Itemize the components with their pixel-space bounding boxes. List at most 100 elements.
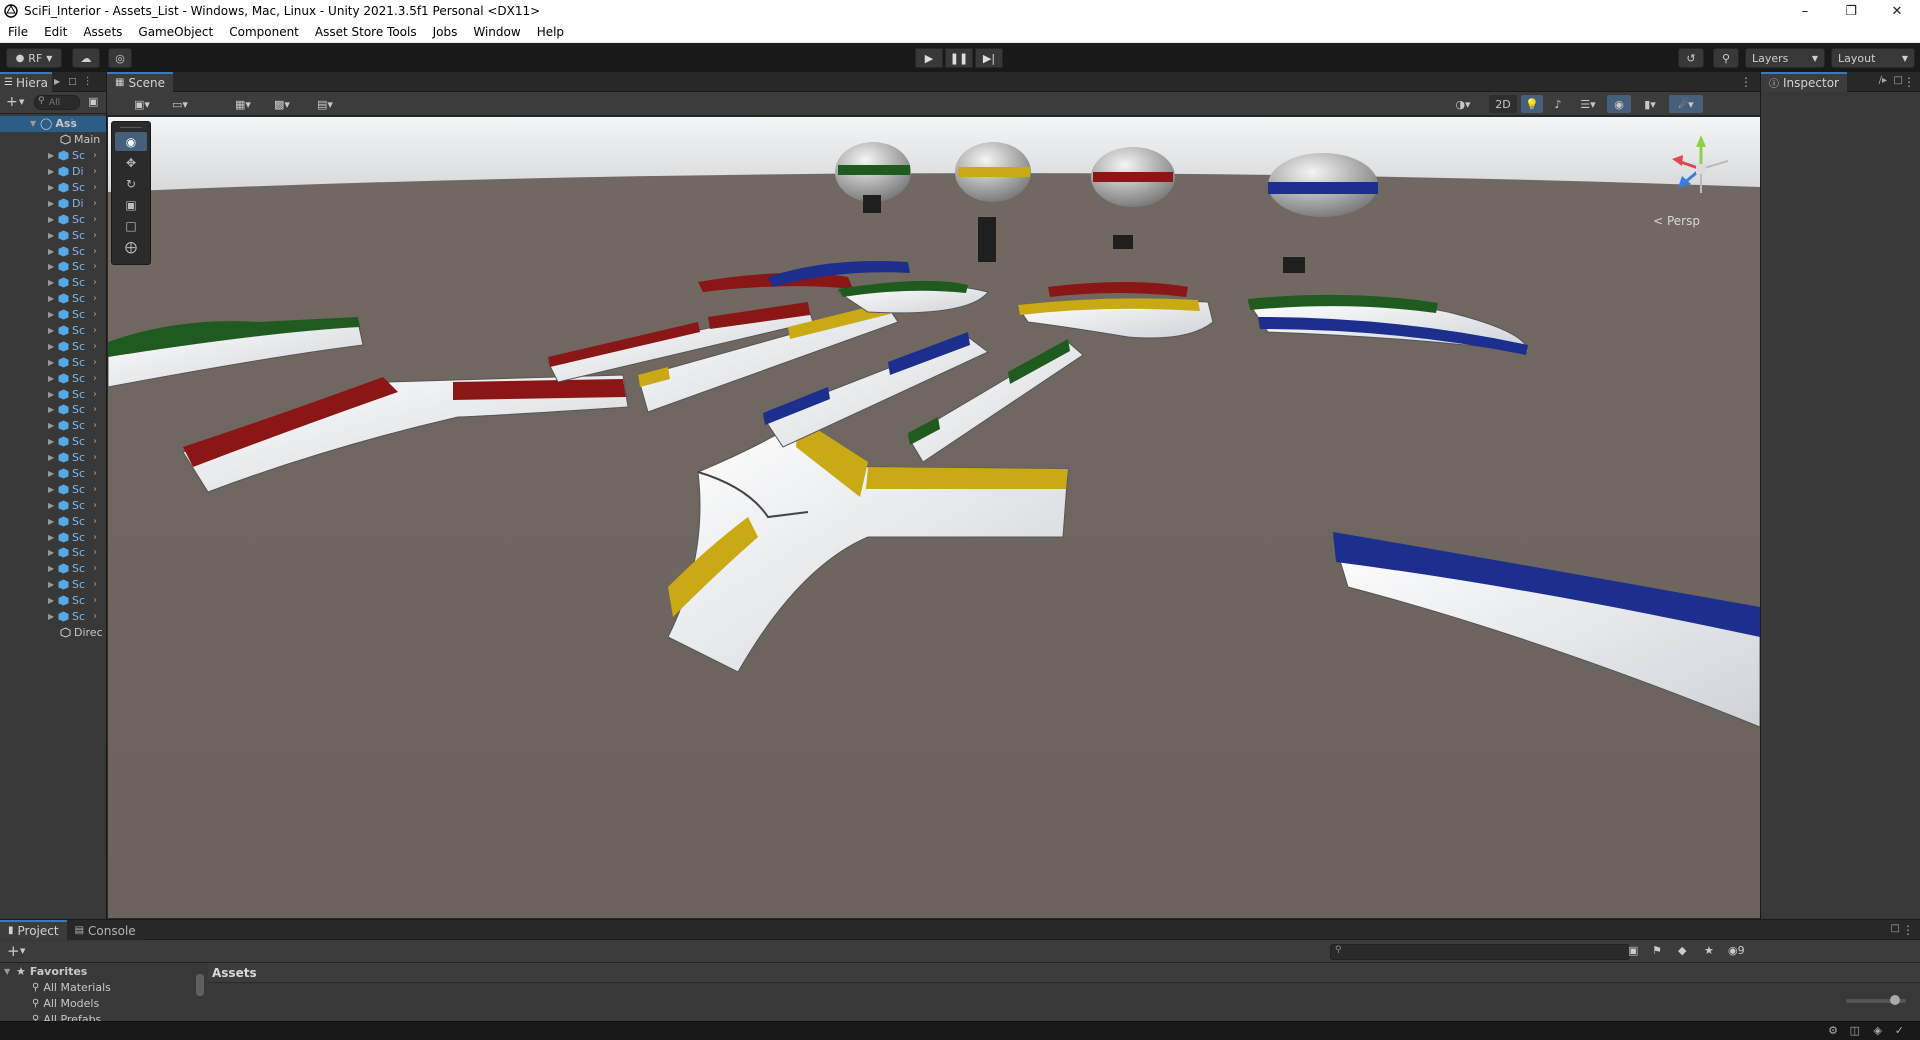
add-button[interactable]: +: [6, 94, 18, 110]
chevron-right-icon[interactable]: ›: [93, 420, 97, 431]
lock-icon[interactable]: □: [1894, 75, 1903, 86]
hierarchy-row[interactable]: ▶ Sc ›: [0, 291, 106, 307]
fold-closed-icon[interactable]: ▶: [48, 469, 58, 478]
hierarchy-row[interactable]: ▶ Sc ›: [0, 211, 106, 227]
bug-icon[interactable]: ⚙: [1828, 1024, 1838, 1037]
hierarchy-row[interactable]: ▶ Sc ›: [0, 577, 106, 593]
increment-snap-dropdown[interactable]: ▩▾: [267, 95, 297, 113]
scene-render[interactable]: [108, 117, 1760, 918]
gizmos-dropdown[interactable]: ☄▾: [1669, 95, 1703, 113]
hierarchy-row[interactable]: ▶ Sc ›: [0, 338, 106, 354]
favorites-scrollbar[interactable]: [196, 964, 204, 1020]
hierarchy-row[interactable]: ▶ Sc ›: [0, 497, 106, 513]
fold-closed-icon[interactable]: ▶: [48, 310, 58, 319]
star-icon[interactable]: ★: [1704, 944, 1714, 957]
hierarchy-row[interactable]: ▶ Sc ›: [0, 323, 106, 339]
project-search-input[interactable]: ⚲: [1330, 944, 1630, 960]
move-tool-button[interactable]: ✥: [115, 153, 147, 172]
fold-closed-icon[interactable]: ▶: [48, 612, 58, 621]
favorite-item[interactable]: ⚲ All Models: [0, 995, 205, 1011]
account-dropdown[interactable]: ● RF ▼: [6, 48, 62, 68]
chevron-right-icon[interactable]: ›: [93, 516, 97, 527]
fold-closed-icon[interactable]: ▶: [48, 421, 58, 430]
fold-closed-icon[interactable]: ▶: [48, 533, 58, 542]
hierarchy-row[interactable]: ▶ Sc ›: [0, 354, 106, 370]
tab-hierarchy[interactable]: ☰ Hiera: [0, 72, 52, 92]
step-button[interactable]: ▶|: [975, 48, 1003, 68]
progress-icon[interactable]: ✓: [1895, 1024, 1904, 1037]
fold-closed-icon[interactable]: ▶: [48, 580, 58, 589]
fold-closed-icon[interactable]: ▶: [48, 564, 58, 573]
kebab-menu-icon[interactable]: ⋮: [67, 118, 77, 129]
restore-button[interactable]: ❐: [1828, 0, 1874, 22]
chevron-right-icon[interactable]: ›: [93, 579, 97, 590]
hierarchy-row[interactable]: ▶ Sc ›: [0, 466, 106, 482]
menu-gameobject[interactable]: GameObject: [130, 22, 221, 43]
lock-icon[interactable]: □: [1891, 923, 1900, 934]
render-mode-dropdown[interactable]: ◑▾: [1447, 95, 1479, 113]
hierarchy-row[interactable]: ▶ Sc ›: [0, 227, 106, 243]
tag-icon[interactable]: ◆: [1678, 944, 1686, 957]
network-icon[interactable]: ◈: [1874, 1024, 1882, 1037]
transform-tool-button[interactable]: ⨁: [115, 237, 147, 256]
grid-snap-dropdown[interactable]: ▦▾: [227, 95, 259, 113]
layers-dropdown[interactable]: Layers ▼: [1745, 48, 1825, 68]
hierarchy-row[interactable]: ▶ Sc ›: [0, 593, 106, 609]
close-button[interactable]: ✕: [1874, 0, 1920, 22]
kebab-menu-icon[interactable]: ⋮: [1903, 75, 1915, 89]
rect-tool-button[interactable]: □: [115, 216, 147, 235]
history-button[interactable]: ↺: [1678, 48, 1704, 68]
hierarchy-row[interactable]: ▶ Sc ›: [0, 545, 106, 561]
chevron-right-icon[interactable]: ›: [93, 325, 97, 336]
favorites-row[interactable]: ▼ ★ Favorites: [0, 963, 205, 979]
chevron-right-icon[interactable]: ›: [93, 532, 97, 543]
chevron-right-icon[interactable]: ›: [93, 166, 97, 177]
scale-tool-button[interactable]: ▣: [115, 195, 147, 214]
chevron-right-icon[interactable]: ›: [93, 293, 97, 304]
tab-inspector[interactable]: ⓘ Inspector: [1761, 71, 1847, 92]
assets-breadcrumb[interactable]: Assets: [208, 963, 1920, 983]
search-by-type-icon[interactable]: ▣: [1628, 944, 1638, 957]
fold-closed-icon[interactable]: ▶: [48, 151, 58, 160]
menu-assets[interactable]: Assets: [75, 22, 130, 43]
hierarchy-row[interactable]: ▶ Di ›: [0, 195, 106, 211]
fold-closed-icon[interactable]: ▶: [48, 326, 58, 335]
menu-jobs[interactable]: Jobs: [425, 22, 466, 43]
fold-closed-icon[interactable]: ▶: [48, 278, 58, 287]
menu-asset-store-tools[interactable]: Asset Store Tools: [307, 22, 425, 43]
kebab-menu-icon[interactable]: ⋮: [1902, 923, 1914, 937]
chevron-right-icon[interactable]: ›: [93, 611, 97, 622]
hierarchy-row[interactable]: ▶ Sc ›: [0, 450, 106, 466]
chevron-right-icon[interactable]: ›: [93, 230, 97, 241]
shading-dropdown[interactable]: ▭▾: [165, 95, 195, 113]
hierarchy-row[interactable]: ▶ Sc ›: [0, 259, 106, 275]
layout-dropdown[interactable]: Layout ▼: [1831, 48, 1915, 68]
chevron-right-icon[interactable]: ›: [93, 436, 97, 447]
fold-closed-icon[interactable]: ▶: [48, 247, 58, 256]
fold-closed-icon[interactable]: ▶: [48, 167, 58, 176]
tab-scene[interactable]: ▦ Scene: [107, 71, 174, 92]
search-button[interactable]: ⚲: [1713, 48, 1739, 68]
chevron-right-icon[interactable]: ›: [93, 261, 97, 272]
lighting-toggle[interactable]: 💡: [1521, 95, 1543, 113]
draw-mode-dropdown[interactable]: ▣▾: [127, 95, 157, 113]
chevron-right-icon[interactable]: ›: [93, 452, 97, 463]
debug-toggle-icon[interactable]: ∕▸: [1879, 75, 1887, 86]
menu-window[interactable]: Window: [465, 22, 528, 43]
fold-closed-icon[interactable]: ▶: [48, 374, 58, 383]
hierarchy-row[interactable]: ▶ Sc ›: [0, 609, 106, 625]
hierarchy-row[interactable]: Direc: [0, 625, 106, 641]
fold-closed-icon[interactable]: ▶: [48, 199, 58, 208]
hierarchy-row[interactable]: ▶ Sc ›: [0, 561, 106, 577]
hierarchy-row[interactable]: ▶ Sc ›: [0, 370, 106, 386]
rotate-tool-button[interactable]: ↻: [115, 174, 147, 193]
menu-file[interactable]: File: [0, 22, 36, 43]
menu-edit[interactable]: Edit: [36, 22, 75, 43]
hierarchy-row[interactable]: Main: [0, 132, 106, 148]
chevron-right-icon[interactable]: ›: [93, 389, 97, 400]
chevron-right-icon[interactable]: ›: [93, 500, 97, 511]
fold-closed-icon[interactable]: ▶: [48, 262, 58, 271]
slider-thumb[interactable]: [1890, 995, 1900, 1005]
fold-closed-icon[interactable]: ▶: [48, 342, 58, 351]
create-button[interactable]: +: [7, 942, 20, 960]
